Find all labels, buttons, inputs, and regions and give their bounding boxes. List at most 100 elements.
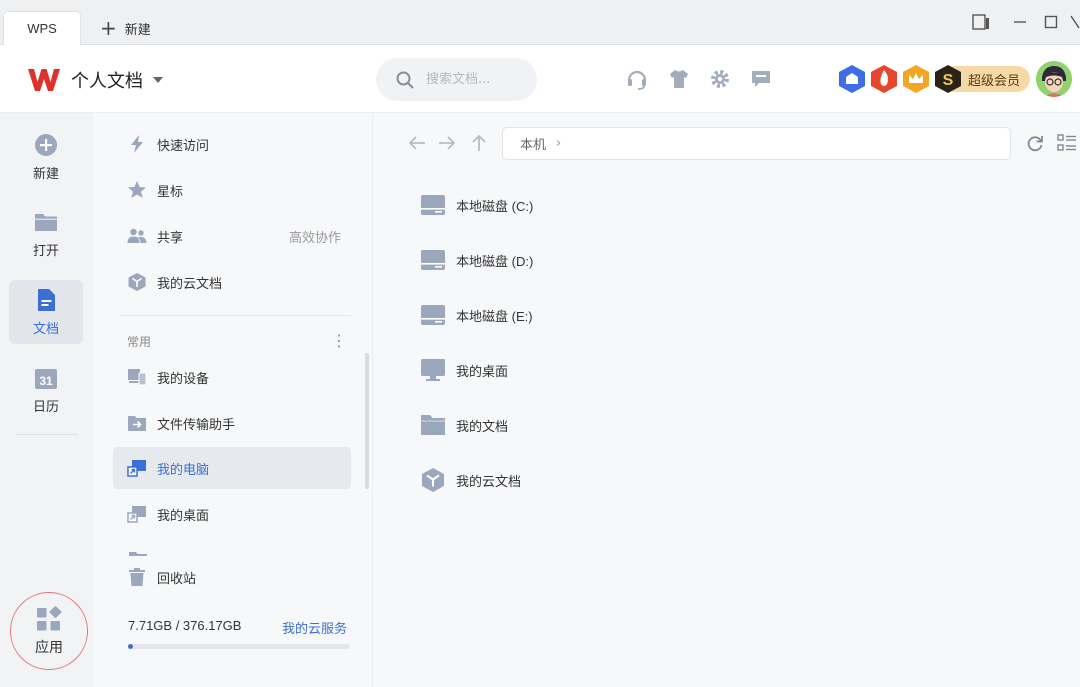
split-view-icon[interactable] — [972, 12, 990, 32]
chevron-right-icon: › — [556, 136, 562, 151]
tab-wps[interactable]: WPS — [3, 11, 81, 45]
nav-item-label: 我的云文档 — [157, 276, 223, 292]
nav-item-label: 我的桌面 — [157, 508, 210, 524]
cloud-cube-icon — [128, 273, 146, 291]
rail-item-open[interactable]: 打开 — [9, 202, 83, 266]
folder-icon — [35, 213, 57, 231]
nav-scrollbar[interactable] — [365, 353, 369, 489]
rail-item-label: 新建 — [32, 166, 59, 182]
gear-icon[interactable] — [709, 68, 731, 90]
search-icon — [396, 71, 414, 89]
refresh-icon[interactable] — [1025, 133, 1045, 153]
skin-shirt-icon[interactable] — [668, 68, 690, 90]
back-arrow-icon[interactable] — [407, 133, 427, 153]
calendar-icon: 31 — [35, 368, 57, 389]
apps-button[interactable]: 应用 — [10, 592, 88, 670]
nav-item-label: 我的设备 — [157, 371, 210, 387]
storage-progress-fill — [128, 644, 133, 649]
red-flame-badge-icon — [871, 65, 897, 93]
item-label: 我的桌面 — [456, 363, 509, 379]
folder-icon — [421, 415, 445, 435]
item-label: 本地磁盘 (D:) — [456, 253, 534, 269]
crown-badge-icon — [903, 65, 929, 93]
transfer-folder-icon — [128, 416, 146, 431]
apps-grid-icon — [37, 605, 62, 630]
list-view-icon[interactable] — [1057, 133, 1077, 153]
nav-item-file-transfer[interactable]: 文件传输助手 — [113, 402, 351, 444]
lightning-icon — [131, 135, 143, 153]
list-item-drive-d[interactable]: 本地磁盘 (D:) — [420, 245, 533, 275]
cloud-service-link[interactable]: 我的云服务 — [282, 618, 347, 637]
collab-hint[interactable]: 高效协作 — [289, 227, 341, 246]
nav-item-cloud-docs[interactable]: 我的云文档 — [113, 261, 351, 303]
star-icon — [128, 181, 146, 198]
plus-circle-icon — [35, 133, 57, 156]
more-options-icon[interactable]: ⋮ — [331, 331, 347, 350]
nav-item-label: 快速访问 — [157, 138, 210, 154]
item-label: 本地磁盘 (C:) — [456, 198, 534, 214]
left-rail: 新建 打开 文档 31 日历 应用 — [0, 113, 93, 687]
nav-panel: 快速访问 星标 共享 高效协作 我的云文档 常用 ⋮ 我的设备 文件传输助手 我… — [93, 113, 373, 687]
avatar[interactable] — [1036, 61, 1072, 97]
wps-logo-icon — [28, 69, 60, 91]
rail-divider — [16, 434, 78, 435]
people-icon — [127, 228, 147, 243]
list-item-documents[interactable]: 我的文档 — [420, 410, 508, 440]
list-item-drive-c[interactable]: 本地磁盘 (C:) — [420, 190, 533, 220]
list-item-desktop[interactable]: 我的桌面 — [420, 355, 508, 385]
nav-item-my-desktop[interactable]: 我的桌面 — [113, 493, 351, 535]
feedback-icon[interactable] — [750, 68, 772, 90]
nav-item-label: 共享 — [157, 230, 184, 246]
item-label: 我的云文档 — [456, 473, 522, 489]
disk-drive-icon — [421, 195, 445, 215]
nav-item-label: 我的电脑 — [157, 462, 210, 478]
page-title: 个人文档 — [71, 71, 143, 92]
app-header: 个人文档 S 超级会员 — [0, 45, 1080, 113]
rail-item-new[interactable]: 新建 — [9, 125, 83, 189]
up-arrow-icon[interactable] — [469, 133, 489, 153]
breadcrumb-item[interactable]: 本机 — [520, 134, 546, 153]
nav-item-shared[interactable]: 共享 高效协作 — [113, 215, 351, 257]
rail-item-calendar[interactable]: 31 日历 — [9, 358, 83, 422]
document-icon — [38, 288, 55, 311]
nav-divider — [119, 315, 351, 316]
list-item-cloud-docs[interactable]: 我的云文档 — [420, 465, 521, 495]
caret-down-icon — [153, 77, 163, 83]
search-input[interactable] — [426, 72, 526, 87]
item-label: 本地磁盘 (E:) — [456, 308, 533, 324]
cloud-cube-icon — [422, 468, 444, 492]
nav-item-quick-access[interactable]: 快速访问 — [113, 123, 351, 165]
search-box[interactable] — [376, 58, 537, 101]
storage-usage: 7.71GB / 376.17GB — [128, 618, 242, 633]
nav-item-label: 星标 — [157, 184, 184, 200]
nav-item-recycle-bin[interactable]: 回收站 — [113, 556, 351, 598]
workspace-switcher[interactable]: 个人文档 — [71, 67, 163, 93]
list-item-drive-e[interactable]: 本地磁盘 (E:) — [420, 300, 533, 330]
path-breadcrumb[interactable]: 本机 › — [502, 127, 1011, 160]
membership-badges[interactable]: S 超级会员 — [838, 62, 1056, 96]
disk-drive-icon — [421, 305, 445, 325]
disk-drive-icon — [421, 250, 445, 270]
nav-item-label: 文件传输助手 — [157, 417, 236, 433]
trash-icon — [129, 568, 145, 586]
new-tab-button[interactable]: + 新建 — [100, 17, 151, 39]
plus-icon: + — [100, 16, 117, 40]
rail-item-label: 打开 — [32, 243, 59, 259]
close-icon[interactable] — [1070, 12, 1080, 32]
super-member-badge-icon: S — [935, 65, 961, 93]
rail-item-documents[interactable]: 文档 — [9, 280, 83, 344]
svg-text:S: S — [943, 72, 954, 89]
blue-hexagon-badge-icon — [839, 65, 865, 93]
devices-icon — [128, 369, 147, 386]
nav-item-my-computer[interactable]: 我的电脑 — [113, 447, 351, 489]
nav-item-starred[interactable]: 星标 — [113, 169, 351, 211]
headset-icon[interactable] — [626, 68, 648, 90]
forward-arrow-icon[interactable] — [437, 133, 457, 153]
apps-label: 应用 — [35, 639, 63, 656]
minimize-icon[interactable] — [1013, 12, 1027, 32]
main-panel: 本机 › 本地磁盘 (C:) 本地磁盘 (D:) 本地磁盘 (E:) 我的桌面 … — [374, 113, 1080, 687]
nav-item-my-devices[interactable]: 我的设备 — [113, 356, 351, 398]
maximize-icon[interactable] — [1044, 12, 1058, 32]
svg-text:31: 31 — [39, 374, 53, 388]
nav-item-label: 回收站 — [157, 571, 197, 587]
